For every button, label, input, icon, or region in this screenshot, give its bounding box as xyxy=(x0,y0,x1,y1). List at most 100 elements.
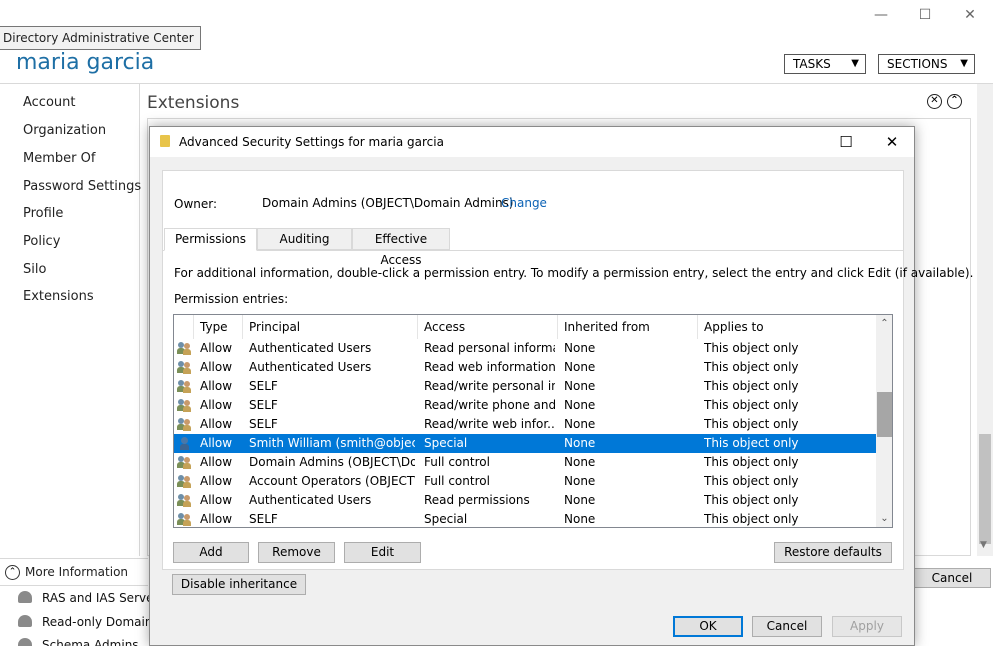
group-icon xyxy=(177,456,192,469)
tab-divider xyxy=(163,250,903,251)
permission-entries-label: Permission entries: xyxy=(174,292,289,306)
permission-list-scrollbar[interactable]: ⌃ ⌄ xyxy=(876,315,892,527)
background-cancel-button[interactable]: Cancel xyxy=(913,568,991,588)
scrollbar-thumb[interactable] xyxy=(979,434,991,544)
cell-principal: Domain Admins (OBJECT\Do... xyxy=(249,455,415,469)
table-row[interactable]: Allow Domain Admins (OBJECT\Do... Full con… xyxy=(174,453,876,472)
ok-button[interactable]: OK xyxy=(673,616,743,637)
cell-access: Full control xyxy=(424,455,490,469)
table-row[interactable]: Allow SELF Read/write web infor... None This… xyxy=(174,415,876,434)
cell-type: Allow xyxy=(200,398,233,412)
permission-entries-list[interactable]: Type Principal Access Inherited from App… xyxy=(173,314,893,528)
cell-principal: SELF xyxy=(249,417,278,431)
table-row[interactable]: Allow Authenticated Users Read web informa… xyxy=(174,358,876,377)
nav-item-organization[interactable]: Organization xyxy=(23,123,106,138)
dialog-close-button[interactable]: ✕ xyxy=(878,131,906,153)
nav-item-member-of[interactable]: Member Of xyxy=(23,151,95,166)
cell-applies: This object only xyxy=(704,398,799,412)
nav-item-silo[interactable]: Silo xyxy=(23,262,46,277)
column-header-principal[interactable]: Principal xyxy=(243,315,418,339)
cell-applies: This object only xyxy=(704,417,799,431)
cell-principal: Authenticated Users xyxy=(249,341,372,355)
group-icon xyxy=(177,380,192,393)
table-row[interactable]: Allow SELF Read/write phone and... None This… xyxy=(174,396,876,415)
dialog-maximize-button[interactable]: ☐ xyxy=(832,131,860,153)
column-header-applies-to[interactable]: Applies to xyxy=(698,315,876,339)
permissions-info-text: For additional information, double-click… xyxy=(174,266,974,280)
change-owner-link[interactable]: Change xyxy=(501,196,547,210)
restore-defaults-button[interactable]: Restore defaults xyxy=(774,542,892,563)
scroll-down-icon[interactable]: ▼ xyxy=(980,540,987,550)
advanced-security-dialog: Advanced Security Settings for maria gar… xyxy=(149,126,973,646)
table-row[interactable]: Allow SELF Read/write personal in... None Th… xyxy=(174,377,876,396)
column-header-inherited-from[interactable]: Inherited from xyxy=(558,315,698,339)
cell-applies: This object only xyxy=(704,455,799,469)
remove-button[interactable]: Remove xyxy=(258,542,335,563)
nav-item-account[interactable]: Account xyxy=(23,95,76,110)
table-row[interactable]: Allow SELF Special None This object only xyxy=(174,510,876,527)
column-header-access[interactable]: Access xyxy=(418,315,558,339)
dialog-titlebar[interactable]: Advanced Security Settings for maria gar… xyxy=(150,127,914,157)
tab-auditing[interactable]: Auditing xyxy=(257,228,352,250)
table-row[interactable]: Allow Authenticated Users Read personal in… xyxy=(174,339,876,358)
more-information-toggle[interactable]: ⌃ More Information xyxy=(0,558,148,586)
cell-access: Full control xyxy=(424,474,490,488)
maximize-button[interactable]: ☐ xyxy=(913,4,937,26)
nav-item-policy[interactable]: Policy xyxy=(23,234,60,249)
cell-applies: This object only xyxy=(704,474,799,488)
cell-type: Allow xyxy=(200,417,233,431)
apply-button[interactable]: Apply xyxy=(832,616,902,637)
cell-access: Read/write phone and... xyxy=(424,398,555,412)
cell-type: Allow xyxy=(200,474,233,488)
chevron-down-icon: ▼ xyxy=(851,58,859,69)
table-row[interactable]: Allow Smith William (smith@objec... Specia… xyxy=(174,434,876,453)
tab-effective-access[interactable]: Effective Access xyxy=(352,228,450,267)
cancel-button[interactable]: Cancel xyxy=(752,616,822,637)
scroll-down-icon[interactable]: ⌄ xyxy=(876,510,892,527)
group-icon xyxy=(177,361,192,374)
cell-type: Allow xyxy=(200,360,233,374)
scrollbar-thumb[interactable] xyxy=(877,392,892,437)
cell-inherited: None xyxy=(564,436,596,450)
cell-inherited: None xyxy=(564,493,596,507)
table-row[interactable]: Allow Account Operators (OBJECT\... Full c… xyxy=(174,472,876,491)
close-section-icon[interactable]: ✕ xyxy=(927,94,942,109)
section-nav: Account Organization Member Of Password … xyxy=(0,84,141,556)
list-item[interactable]: Read-only Domain C xyxy=(18,615,165,629)
cell-principal: SELF xyxy=(249,398,278,412)
nav-item-password-settings[interactable]: Password Settings xyxy=(23,179,141,194)
section-title: Extensions xyxy=(147,93,240,113)
cell-applies: This object only xyxy=(704,493,799,507)
page-title: maria garcia xyxy=(16,50,155,75)
edit-button[interactable]: Edit xyxy=(344,542,421,563)
group-icon xyxy=(18,638,32,646)
page-scrollbar[interactable]: ▼ xyxy=(977,84,993,556)
nav-item-profile[interactable]: Profile xyxy=(23,206,63,221)
minimize-button[interactable]: — xyxy=(869,4,893,26)
tasks-dropdown[interactable]: TASKS ▼ xyxy=(784,54,866,74)
list-item[interactable]: RAS and IAS Servers xyxy=(18,591,165,605)
nav-item-extensions[interactable]: Extensions xyxy=(23,289,94,304)
collapse-section-icon[interactable]: ⌃ xyxy=(947,94,962,109)
cell-applies: This object only xyxy=(704,379,799,393)
cell-access: Special xyxy=(424,436,468,450)
sections-dropdown[interactable]: SECTIONS ▼ xyxy=(878,54,975,74)
group-icon xyxy=(18,615,32,627)
tasks-label: TASKS xyxy=(793,57,831,71)
scroll-up-icon[interactable]: ⌃ xyxy=(876,315,892,332)
header-divider xyxy=(0,83,993,84)
app-title-tooltip: Directory Administrative Center xyxy=(0,26,201,50)
disable-inheritance-button[interactable]: Disable inheritance xyxy=(172,574,306,595)
cell-inherited: None xyxy=(564,455,596,469)
close-button[interactable]: ✕ xyxy=(958,4,982,26)
add-button[interactable]: Add xyxy=(173,542,249,563)
cell-inherited: None xyxy=(564,512,596,526)
table-row[interactable]: Allow Authenticated Users Read permissions… xyxy=(174,491,876,510)
chevron-down-icon: ▼ xyxy=(960,58,968,69)
list-item[interactable]: Schema Admins xyxy=(18,638,139,646)
cell-principal: Smith William (smith@objec... xyxy=(249,436,415,450)
column-header-type[interactable]: Type xyxy=(194,315,243,339)
tab-permissions[interactable]: Permissions xyxy=(164,228,257,251)
cell-access: Read web information xyxy=(424,360,555,374)
group-icon xyxy=(177,399,192,412)
